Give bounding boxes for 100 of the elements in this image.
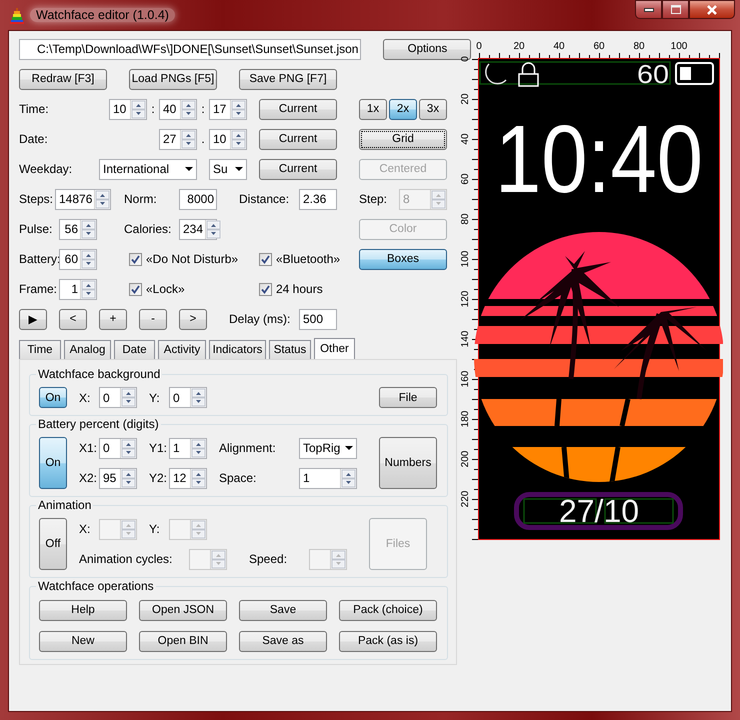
toggle-button[interactable]: Off — [39, 518, 67, 570]
scale-button[interactable]: 3x — [419, 98, 447, 120]
text-field[interactable]: 500 — [299, 308, 337, 330]
button[interactable]: Save as — [239, 630, 327, 652]
minimize-button[interactable] — [635, 0, 662, 19]
file-button[interactable]: File — [379, 387, 437, 408]
number-field[interactable]: 0 — [169, 387, 207, 408]
group-title: Battery percent (digits) — [36, 417, 161, 431]
tab[interactable]: Time — [19, 340, 61, 359]
checkbox[interactable] — [129, 252, 142, 266]
spin-arrows-icon[interactable] — [230, 130, 246, 148]
number-field[interactable]: 0 — [99, 438, 137, 458]
field-label: Alignment: — [219, 441, 277, 455]
playback-button[interactable]: < — [59, 308, 87, 330]
tab[interactable]: Date — [114, 340, 155, 359]
number-field[interactable]: 60 — [59, 248, 97, 270]
spin-arrows-icon[interactable] — [180, 100, 196, 118]
number-field[interactable]: 10 — [109, 98, 147, 120]
moon-icon — [485, 63, 507, 84]
text-field[interactable]: C:\Temp\Download\WFs\]DONE[\Sunset\Sunset\Sunset.json — [19, 38, 362, 60]
button[interactable]: Open BIN — [139, 630, 227, 652]
ruler-label: 80 — [633, 41, 645, 52]
spin-arrows-icon[interactable] — [230, 100, 246, 118]
number-field[interactable]: 17 — [209, 98, 247, 120]
dropdown[interactable]: International — [99, 158, 197, 180]
number-field[interactable]: 56 — [59, 218, 97, 240]
group-title: Watchface background — [36, 367, 162, 381]
button[interactable]: Current — [259, 158, 337, 180]
ruler-label: 180 — [460, 410, 471, 428]
playback-button[interactable]: > — [179, 308, 207, 330]
spin-arrows-icon[interactable] — [190, 438, 206, 458]
field-label: Weekday: — [19, 162, 74, 176]
spin-arrows-icon[interactable] — [190, 468, 206, 488]
field-label: X: — [79, 522, 92, 536]
playback-button[interactable]: ▶ — [19, 308, 47, 330]
tab[interactable]: Activity — [158, 340, 206, 359]
spin-arrows-icon[interactable] — [205, 220, 222, 238]
playback-button[interactable]: - — [139, 308, 167, 330]
tab[interactable]: Other — [314, 338, 355, 359]
number-field[interactable]: 10 — [209, 128, 247, 150]
numbers-button[interactable]: Numbers — [379, 437, 437, 489]
field-label: Battery: — [19, 252, 59, 266]
checkbox[interactable] — [129, 282, 142, 296]
spin-arrows-icon[interactable] — [120, 388, 136, 407]
scale-button[interactable]: 1x — [359, 98, 387, 120]
spin-arrows-icon[interactable] — [130, 100, 146, 118]
button[interactable]: Pack (choice) — [339, 600, 437, 620]
group-title: Watchface operations — [36, 579, 156, 593]
field-label: Space: — [219, 471, 258, 485]
button[interactable]: Help — [39, 600, 127, 620]
button[interactable]: Current — [259, 98, 337, 120]
dropdown[interactable]: TopRig — [299, 438, 357, 458]
close-icon — [706, 4, 718, 14]
number-field[interactable]: 0 — [99, 387, 137, 408]
button[interactable]: Open JSON — [139, 600, 227, 620]
button[interactable]: Redraw [F3] — [19, 68, 107, 90]
spin-arrows-icon[interactable] — [180, 130, 196, 148]
number-field[interactable]: 95 — [99, 468, 137, 488]
field-label: Step: — [359, 192, 388, 206]
grid-button[interactable]: Grid — [359, 128, 447, 150]
checkbox[interactable] — [259, 252, 272, 266]
spin-arrows-icon[interactable] — [340, 468, 356, 488]
toggle-button[interactable]: On — [39, 387, 67, 408]
text-field[interactable]: 8000 — [179, 188, 217, 210]
spin-arrows-icon[interactable] — [80, 280, 96, 298]
playback-button[interactable]: + — [99, 308, 127, 330]
boxes-button[interactable]: Boxes — [359, 248, 447, 270]
tab[interactable]: Indicators — [209, 340, 266, 359]
button[interactable]: Save PNG [F7] — [239, 68, 337, 90]
button[interactable]: Load PNGs [F5] — [129, 68, 217, 90]
button[interactable]: New — [39, 630, 127, 652]
number-field[interactable]: 1 — [299, 468, 357, 488]
separator: . — [200, 132, 206, 146]
number-field[interactable]: 14876 — [55, 188, 111, 210]
spin-arrows-icon[interactable] — [120, 468, 136, 488]
checkbox[interactable] — [259, 282, 272, 296]
spin-arrows-icon[interactable] — [190, 388, 206, 407]
spin-arrows-icon[interactable] — [94, 190, 110, 208]
number-field[interactable]: 27 — [159, 128, 197, 150]
tab[interactable]: Status — [269, 340, 311, 359]
spin-arrows-icon[interactable] — [80, 250, 96, 268]
number-field[interactable]: 1 — [59, 278, 97, 300]
toggle-button[interactable]: On — [39, 437, 67, 489]
dropdown[interactable]: Su — [209, 158, 247, 180]
field-label: Frame: — [19, 282, 58, 296]
app-icon — [10, 8, 24, 24]
number-field[interactable]: 12 — [169, 468, 207, 488]
button[interactable]: Current — [259, 128, 337, 150]
scale-button[interactable]: 2x — [389, 98, 417, 120]
number-field[interactable]: 1 — [169, 438, 207, 458]
tab[interactable]: Analog — [64, 340, 111, 359]
close-button[interactable] — [689, 0, 735, 19]
number-field[interactable]: 40 — [159, 98, 197, 120]
text-field[interactable]: 2.36 — [299, 188, 337, 210]
maximize-button[interactable] — [662, 0, 689, 19]
spin-arrows-icon[interactable] — [120, 438, 136, 458]
ruler-label: 40 — [553, 41, 565, 52]
button[interactable]: Pack (as is) — [339, 630, 437, 652]
button[interactable]: Save — [239, 600, 327, 620]
spin-arrows-icon[interactable] — [80, 220, 96, 238]
